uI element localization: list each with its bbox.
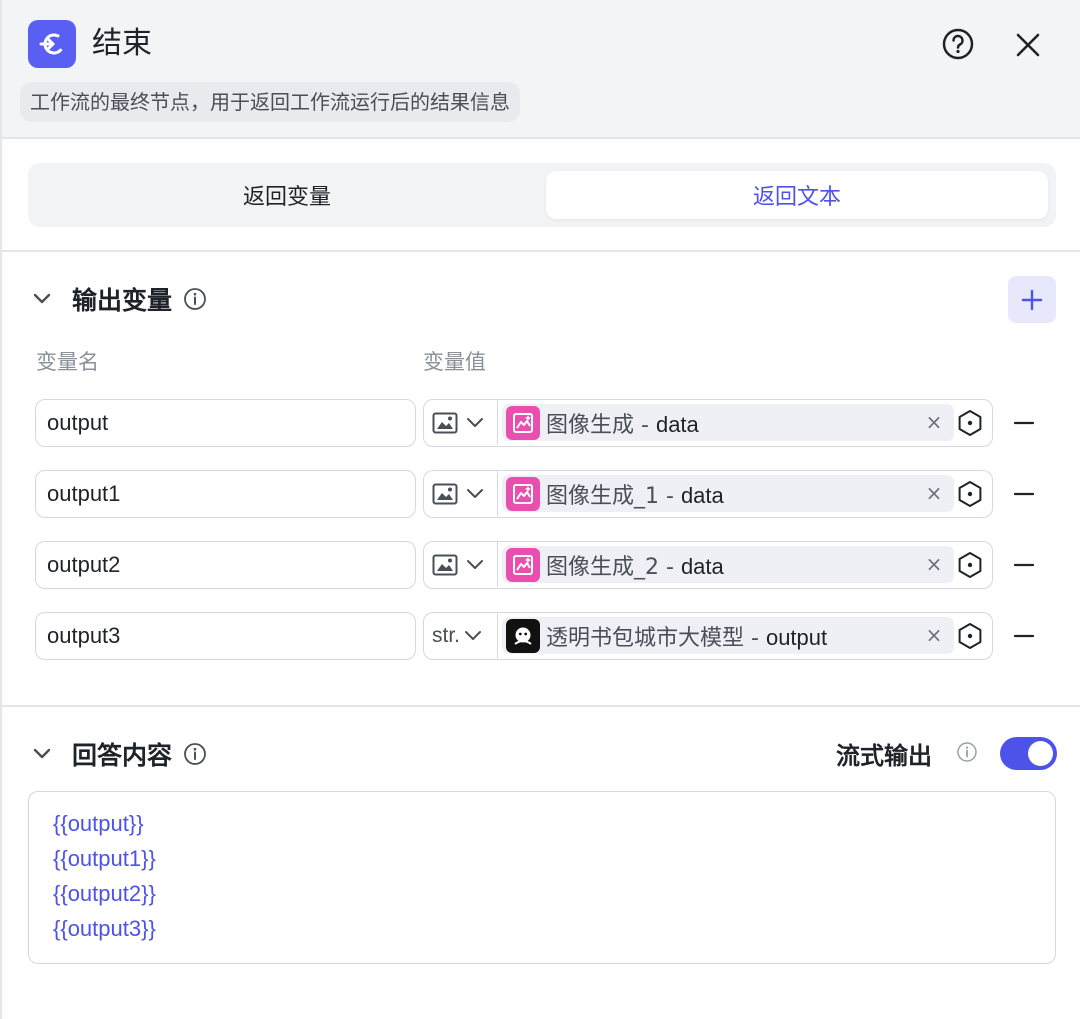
reference-tag[interactable]: 图像生成 - data × xyxy=(502,404,954,441)
section-divider xyxy=(2,705,1080,707)
close-icon xyxy=(1016,33,1040,57)
reference-separator: - xyxy=(744,625,766,651)
minus-icon xyxy=(1013,634,1035,638)
mode-tabs-section: 返回变量 返回文本 xyxy=(2,139,1080,252)
variable-row: output3 str. 透明书包城市大模型 - output × xyxy=(2,612,1080,660)
remove-variable-button[interactable] xyxy=(1010,551,1038,579)
type-select[interactable] xyxy=(424,542,498,587)
variable-value-field: str. 透明书包城市大模型 - output × xyxy=(423,612,993,660)
column-header-value: 变量值 xyxy=(423,350,486,374)
reference-tag[interactable]: 图像生成_2 - data × xyxy=(502,546,954,583)
reference-node-name: 图像生成_1 xyxy=(546,483,659,509)
chevron-down-icon xyxy=(467,417,483,427)
template-variable: {{output3}} xyxy=(53,916,156,941)
image-gen-icon xyxy=(506,547,540,582)
variable-value-field: 图像生成_1 - data × xyxy=(423,470,993,518)
output-section-title: 输出变量 xyxy=(72,286,173,315)
reference-node-name: 图像生成 xyxy=(546,412,635,438)
minus-icon xyxy=(1013,421,1035,425)
info-icon[interactable] xyxy=(956,741,978,763)
type-select[interactable] xyxy=(424,400,498,445)
template-variable: {{output}} xyxy=(53,811,144,836)
image-gen-icon xyxy=(506,476,540,511)
reference-field-name: data xyxy=(680,482,724,508)
reference-field-name: data xyxy=(680,553,724,579)
variable-row: output2 图像生成_2 - data × xyxy=(2,541,1080,589)
node-title[interactable]: 结束 xyxy=(92,22,152,66)
panel-header: 结束 工作流的最终节点，用于返回工作流运行后的结果信息 xyxy=(2,0,1080,139)
variable-name-input[interactable]: output3 xyxy=(35,612,416,660)
question-circle-icon xyxy=(942,28,974,60)
clear-reference-icon[interactable]: × xyxy=(922,481,946,505)
variable-reference-icon[interactable] xyxy=(956,480,984,508)
output-section-header: 输出变量 xyxy=(30,275,208,323)
column-header-name: 变量名 xyxy=(36,350,99,374)
plus-icon xyxy=(1021,289,1043,310)
close-button[interactable] xyxy=(1008,25,1048,65)
template-variable: {{output2}} xyxy=(53,881,156,906)
variable-value-field: 图像生成 - data × xyxy=(423,399,993,447)
reference-separator: - xyxy=(634,412,656,438)
variable-reference-icon[interactable] xyxy=(956,622,984,650)
info-icon[interactable] xyxy=(182,286,208,312)
image-gen-icon xyxy=(506,405,540,440)
clear-reference-icon[interactable]: × xyxy=(922,623,946,647)
clear-reference-icon[interactable]: × xyxy=(922,552,946,576)
variable-reference-icon[interactable] xyxy=(956,409,984,437)
info-icon[interactable] xyxy=(182,741,208,767)
variable-row: output 图像生成 - data × xyxy=(2,399,1080,447)
variable-name-input[interactable]: output xyxy=(35,399,416,447)
answer-content-editor[interactable]: {{output}} {{output1}} {{output2}} {{out… xyxy=(28,791,1056,964)
chevron-down-icon[interactable] xyxy=(30,742,54,766)
minus-icon xyxy=(1013,563,1035,567)
type-select[interactable] xyxy=(424,471,498,516)
node-description[interactable]: 工作流的最终节点，用于返回工作流运行后的结果信息 xyxy=(20,82,520,122)
image-type-icon xyxy=(432,552,458,578)
add-variable-button[interactable] xyxy=(1008,276,1056,323)
template-variable: {{output1}} xyxy=(53,846,156,871)
variable-reference-icon[interactable] xyxy=(956,551,984,579)
answer-section-title: 回答内容 xyxy=(72,741,173,770)
remove-variable-button[interactable] xyxy=(1010,480,1038,508)
tab-return-variables[interactable]: 返回变量 xyxy=(32,171,542,219)
variable-row: output1 图像生成_1 - data × xyxy=(2,470,1080,518)
reference-separator: - xyxy=(659,483,681,509)
image-type-icon xyxy=(432,410,458,436)
streaming-output-label: 流式输出 xyxy=(836,742,932,770)
clear-reference-icon[interactable]: × xyxy=(922,410,946,434)
reference-separator: - xyxy=(659,554,681,580)
reference-tag[interactable]: 透明书包城市大模型 - output × xyxy=(502,617,954,654)
llm-model-icon xyxy=(506,618,540,653)
end-node-panel: 结束 工作流的最终节点，用于返回工作流运行后的结果信息 返回变量 返回文本 输出… xyxy=(0,0,1080,1019)
reference-node-name: 透明书包城市大模型 xyxy=(546,625,745,651)
reference-field-name: data xyxy=(655,411,699,437)
tab-return-text[interactable]: 返回文本 xyxy=(546,171,1048,219)
chevron-down-icon xyxy=(465,630,482,640)
variable-value-field: 图像生成_2 - data × xyxy=(423,541,993,589)
chevron-down-icon xyxy=(467,488,483,498)
type-select[interactable]: str. xyxy=(424,613,498,658)
variable-name-input[interactable]: output1 xyxy=(35,470,416,518)
answer-section-header: 回答内容 xyxy=(30,730,208,778)
remove-variable-button[interactable] xyxy=(1010,622,1038,650)
mode-tabs: 返回变量 返回文本 xyxy=(28,163,1056,227)
remove-variable-button[interactable] xyxy=(1010,409,1038,437)
chevron-down-icon[interactable] xyxy=(30,287,54,311)
minus-icon xyxy=(1013,492,1035,496)
end-node-icon xyxy=(28,20,76,68)
streaming-output-toggle[interactable] xyxy=(1000,737,1057,770)
variable-name-input[interactable]: output2 xyxy=(35,541,416,589)
chevron-down-icon xyxy=(467,559,483,569)
reference-field-name: output xyxy=(765,624,828,650)
type-label: str. xyxy=(432,623,461,647)
reference-tag[interactable]: 图像生成_1 - data × xyxy=(502,475,954,512)
help-button[interactable] xyxy=(939,25,977,63)
reference-node-name: 图像生成_2 xyxy=(546,554,659,580)
image-type-icon xyxy=(432,481,458,507)
